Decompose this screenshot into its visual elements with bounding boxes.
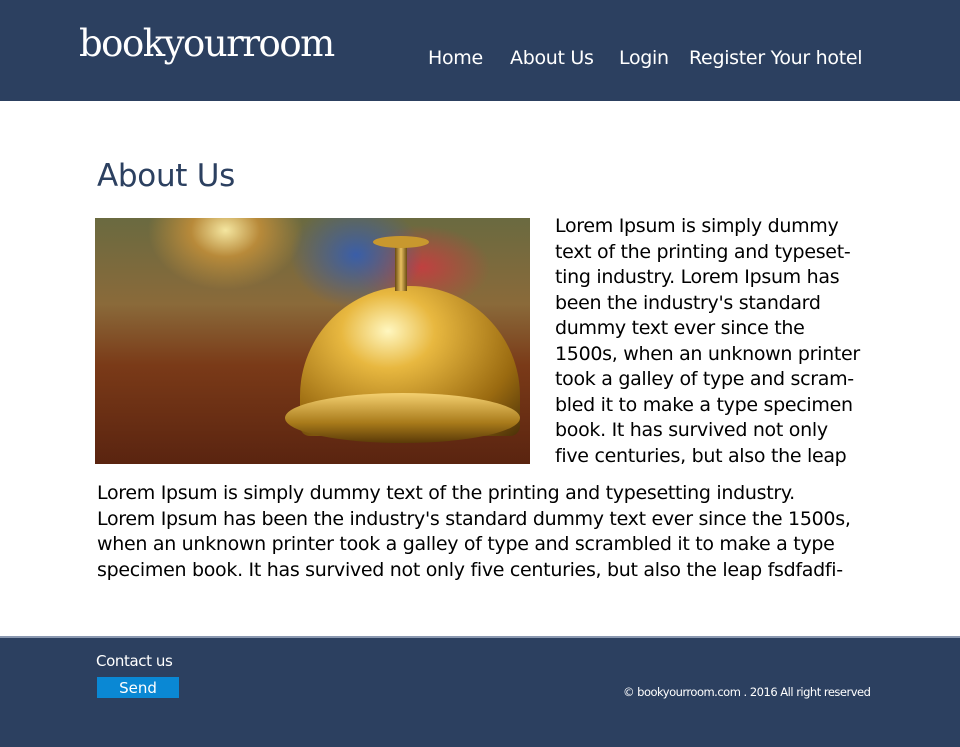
contact-us-label: Contact us xyxy=(96,652,173,670)
text-line: 1500s, when an unknown printer xyxy=(555,342,860,365)
logo[interactable]: bookyourroom xyxy=(79,22,335,65)
nav-home[interactable]: Home xyxy=(428,47,483,69)
bell-base xyxy=(285,393,520,443)
text-line: text of the printing and typeset- xyxy=(555,240,851,263)
site-footer: Contact us Send © bookyourroom.com . 201… xyxy=(0,636,960,747)
page-title: About Us xyxy=(97,158,235,194)
bell-knob xyxy=(373,236,429,248)
nav-about-us[interactable]: About Us xyxy=(510,47,594,69)
text-line: bled it to make a type specimen xyxy=(555,393,853,416)
text-line: specimen book. It has survived not only … xyxy=(97,559,843,582)
text-line: been the industry's standard xyxy=(555,291,821,314)
text-line: Lorem Ipsum is simply dummy text of the … xyxy=(97,482,795,504)
text-line: Lorem Ipsum has been the industry's stan… xyxy=(97,507,851,530)
site-header: bookyourroom Home About Us Login Registe… xyxy=(0,0,960,101)
text-line: ting industry. Lorem Ipsum has xyxy=(555,266,840,288)
hotel-bell-image xyxy=(95,218,530,464)
text-line: when an unknown printer took a galley of… xyxy=(97,533,835,556)
send-button[interactable]: Send xyxy=(97,677,179,698)
text-line: dummy text ever since the xyxy=(555,317,805,339)
body-paragraph: Lorem Ipsum is simply dummy text of the … xyxy=(97,481,877,584)
copyright-text: © bookyourroom.com . 2016 All right rese… xyxy=(623,685,871,699)
nav-login[interactable]: Login xyxy=(619,47,669,69)
intro-paragraph: Lorem Ipsum is simply dummy text of the … xyxy=(555,214,875,469)
nav-register-hotel[interactable]: Register Your hotel xyxy=(689,47,863,69)
text-line: took a galley of type and scram- xyxy=(555,368,854,390)
bell-stem xyxy=(395,246,407,291)
text-line: book. It has survived not only xyxy=(555,419,828,441)
text-line: Lorem Ipsum is simply dummy xyxy=(555,215,839,237)
text-line: five centuries, but also the leap xyxy=(555,444,847,467)
